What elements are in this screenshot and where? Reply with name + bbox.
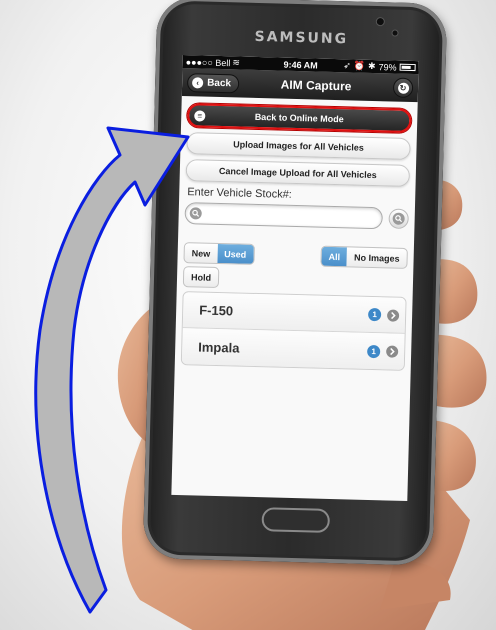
phone-screen: ●●●○○ Bell ≋ 9:46 AM ➶ ⏰ ✱ 79% ‹ Back AI… (171, 54, 419, 502)
back-label: Back (207, 77, 232, 89)
menu-icon: ≡ (194, 110, 206, 122)
location-icon: ➶ (343, 60, 352, 71)
list-item[interactable]: Impala 1 (181, 328, 405, 370)
condition-filter: New Used (183, 242, 255, 265)
carrier-label: ●●●○○ Bell (185, 56, 231, 68)
images-filter: All No Images (320, 245, 408, 269)
vehicle-name: F-150 (199, 302, 234, 319)
online-mode-label: Back to Online Mode (254, 111, 344, 125)
vehicle-list: F-150 1 Impala 1 (180, 291, 407, 371)
list-item[interactable]: F-150 1 (182, 292, 406, 334)
upload-all-button[interactable]: Upload Images for All Vehicles (186, 132, 411, 160)
filter-used[interactable]: Used (216, 243, 254, 264)
filter-hold[interactable]: Hold (182, 266, 220, 289)
chevron-left-icon: ‹ (192, 76, 204, 89)
page-title: AIM Capture (280, 77, 352, 94)
vehicle-name: Impala (198, 338, 240, 356)
stock-search-input[interactable] (184, 202, 383, 230)
count-badge: 1 (367, 307, 382, 322)
search-button[interactable] (388, 208, 409, 229)
chevron-right-icon (386, 308, 400, 322)
cancel-upload-label: Cancel Image Upload for All Vehicles (218, 165, 377, 181)
home-button[interactable] (261, 507, 331, 533)
back-button[interactable]: ‹ Back (186, 72, 240, 93)
bluetooth-icon: ✱ (367, 60, 376, 72)
battery-icon (399, 63, 416, 72)
refresh-icon: ↻ (397, 82, 409, 94)
back-to-online-mode-button[interactable]: ≡ Back to Online Mode (186, 103, 412, 133)
cancel-upload-button[interactable]: Cancel Image Upload for All Vehicles (185, 159, 411, 187)
camera-icon (376, 18, 384, 26)
count-badge: 1 (367, 344, 381, 358)
filter-new[interactable]: New (184, 243, 217, 263)
alarm-icon: ⏰ (353, 60, 366, 71)
upload-all-label: Upload Images for All Vehicles (233, 139, 365, 153)
filter-all[interactable]: All (321, 246, 348, 267)
search-go-icon (392, 212, 405, 225)
wifi-icon: ≋ (232, 57, 241, 68)
phone-brand: SAMSUNG (254, 28, 349, 48)
phone: SAMSUNG ●●●○○ Bell ≋ 9:46 AM ➶ ⏰ ✱ 79% ‹… (142, 0, 448, 566)
main-content: ≡ Back to Online Mode Upload Images for … (175, 96, 418, 371)
search-icon (189, 207, 202, 220)
search-row (184, 202, 409, 230)
stock-label: Enter Vehicle Stock#: (187, 186, 292, 201)
filter-no-images[interactable]: No Images (347, 247, 407, 268)
filter-row: New Used All No Images (183, 242, 408, 269)
refresh-button[interactable]: ↻ (392, 77, 414, 99)
battery-percent: 79% (378, 61, 397, 73)
chevron-right-icon (386, 345, 399, 358)
